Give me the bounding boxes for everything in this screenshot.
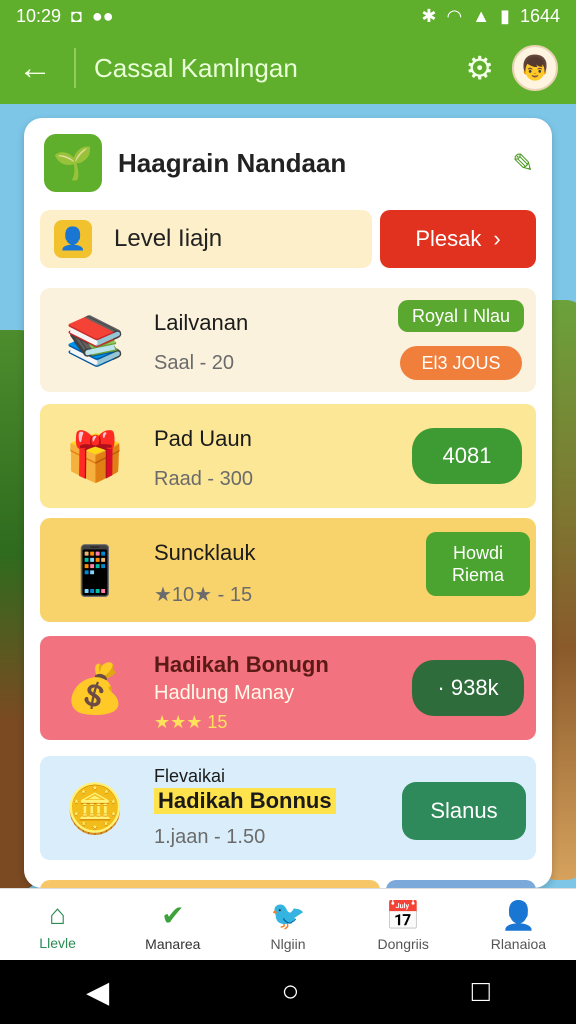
tablet-icon: 📱 (65, 544, 125, 598)
reward-card-7-partial[interactable] (386, 880, 536, 888)
card-subtitle: Raad - 300 (154, 468, 253, 490)
more-icon: ●● (91, 5, 114, 26)
action-line-1: Howdi (452, 543, 504, 563)
battery-icon: ▮ (500, 5, 510, 26)
reward-card-3[interactable]: 📱 Suncklauk ★10★ - 15 Howdi Riema (40, 518, 536, 622)
level-action-label: Plesak (415, 226, 482, 251)
profile-avatar[interactable]: 👦 (512, 45, 558, 91)
nav-item-home[interactable]: ⌂ Llevle (0, 889, 115, 961)
back-triangle-icon[interactable]: ◀ (86, 975, 109, 1010)
card-subtitle: Saal - 20 (154, 352, 235, 374)
gear-icon[interactable]: ⚙ (465, 49, 494, 87)
battery-text: 1644 (519, 5, 560, 26)
back-arrow-icon[interactable]: ← (18, 49, 68, 88)
system-nav-bar: ◀ ○ □ (0, 960, 576, 1024)
nav-item-check[interactable]: ✔ Manarea (115, 889, 230, 961)
card-subtitle: 1.jaan - 1.50 (154, 826, 266, 848)
reward-card-4[interactable]: 💰 Hadikah Bonugn Hadlung Manay ★★★ 15 · … (40, 636, 536, 740)
nav-label: Manarea (145, 935, 201, 952)
action-line-2: Riema (451, 565, 504, 585)
card-subtitle: ★10★ - 15 (154, 584, 253, 606)
tag-orange[interactable]: El3 JOUS (400, 346, 522, 380)
action-button[interactable]: Howdi Riema (426, 532, 530, 596)
home-circle-icon[interactable]: ○ (281, 975, 299, 1009)
reward-card-5[interactable]: 🪙 Flevaikai Hadikah Bonnus 1.jaan - 1.50… (40, 756, 536, 860)
card-rating: ★★★ 15 (154, 712, 228, 732)
person-icon: 👤 (500, 899, 536, 931)
bottom-nav: ⌂ Llevle ✔ Manarea 🐦 Nlgiin 📅 Dongriis 👤… (0, 888, 576, 961)
gift-box-icon: 🎁 (65, 430, 125, 484)
action-button[interactable]: 4081 (412, 428, 522, 484)
app-bar: ← Cassal Kamlngan ⚙ 👦 (0, 32, 576, 104)
bird-icon: 🐦 (270, 899, 306, 931)
recents-square-icon[interactable]: □ (472, 975, 490, 1009)
notification-icon: ◘ (71, 5, 82, 26)
main-panel: 🌱 Haagrain Nandaan ✎ 👤 Level Iiajn Plesa… (24, 118, 552, 888)
nav-item-calendar[interactable]: 📅 Dongriis (346, 889, 461, 961)
reward-card-1[interactable]: 📚 Lailvanan Saal - 20 Royal I Nlau El3 J… (40, 288, 536, 392)
nav-label: Nlgiin (270, 935, 306, 952)
tag-green[interactable]: Royal I Nlau (398, 300, 524, 332)
level-action-button[interactable]: Plesak › (380, 210, 536, 268)
card-title: Pad Uaun (154, 426, 252, 451)
card-title: Suncklauk (154, 540, 256, 565)
signal-icon: ▲ (472, 5, 491, 26)
card-title: Lailvanan (154, 310, 249, 335)
card-title: Hadikah Bonugn (154, 652, 329, 677)
level-label: Level Iiajn (114, 225, 223, 252)
reward-card-6-partial[interactable] (40, 880, 380, 888)
bluetooth-icon: ✱ (421, 5, 437, 26)
wifi-icon: ◠ (446, 5, 463, 26)
card-small-title: Flevaikai (154, 766, 226, 786)
panel-header: 🌱 Haagrain Nandaan ✎ (44, 132, 534, 194)
books-coin-icon: 📚 (65, 314, 125, 368)
action-button[interactable]: · 938k (412, 660, 524, 716)
nav-label: Llevle (39, 935, 76, 951)
nav-item-profile[interactable]: 👤 Rlanaioa (461, 889, 576, 961)
check-circle-icon: ✔ (161, 899, 185, 931)
nav-label: Dongriis (377, 935, 429, 952)
chevron-right-icon: › (493, 226, 501, 251)
reward-card-2[interactable]: 🎁 Pad Uaun Raad - 300 4081 (40, 404, 536, 508)
app-title: Cassal Kamlngan (94, 52, 298, 83)
edit-icon[interactable]: ✎ (512, 148, 534, 179)
card-subtitle: Hadlung Manay (154, 682, 295, 704)
status-time: 10:29 (16, 5, 62, 26)
nav-item-bird[interactable]: 🐦 Nlgiin (230, 889, 345, 961)
appbar-divider (74, 48, 76, 88)
action-button[interactable]: Slanus (402, 782, 526, 840)
home-icon: ⌂ (49, 899, 67, 930)
calendar-icon: 📅 (385, 899, 421, 931)
panel-title: Haagrain Nandaan (118, 147, 347, 178)
card-title: Hadikah Bonnus (154, 788, 336, 814)
status-bar: 10:29 ◘ ●● ✱ ◠ ▲ ▮ 1644 (0, 0, 576, 32)
level-box: 👤 Level Iiajn (40, 210, 372, 268)
plant-app-icon: 🌱 (44, 134, 102, 192)
nav-label: Rlanaioa (490, 935, 547, 952)
coin-boxes-icon: 🪙 (65, 782, 125, 836)
treasure-coins-icon: 💰 (65, 662, 125, 716)
level-badge-icon: 👤 (54, 220, 92, 258)
